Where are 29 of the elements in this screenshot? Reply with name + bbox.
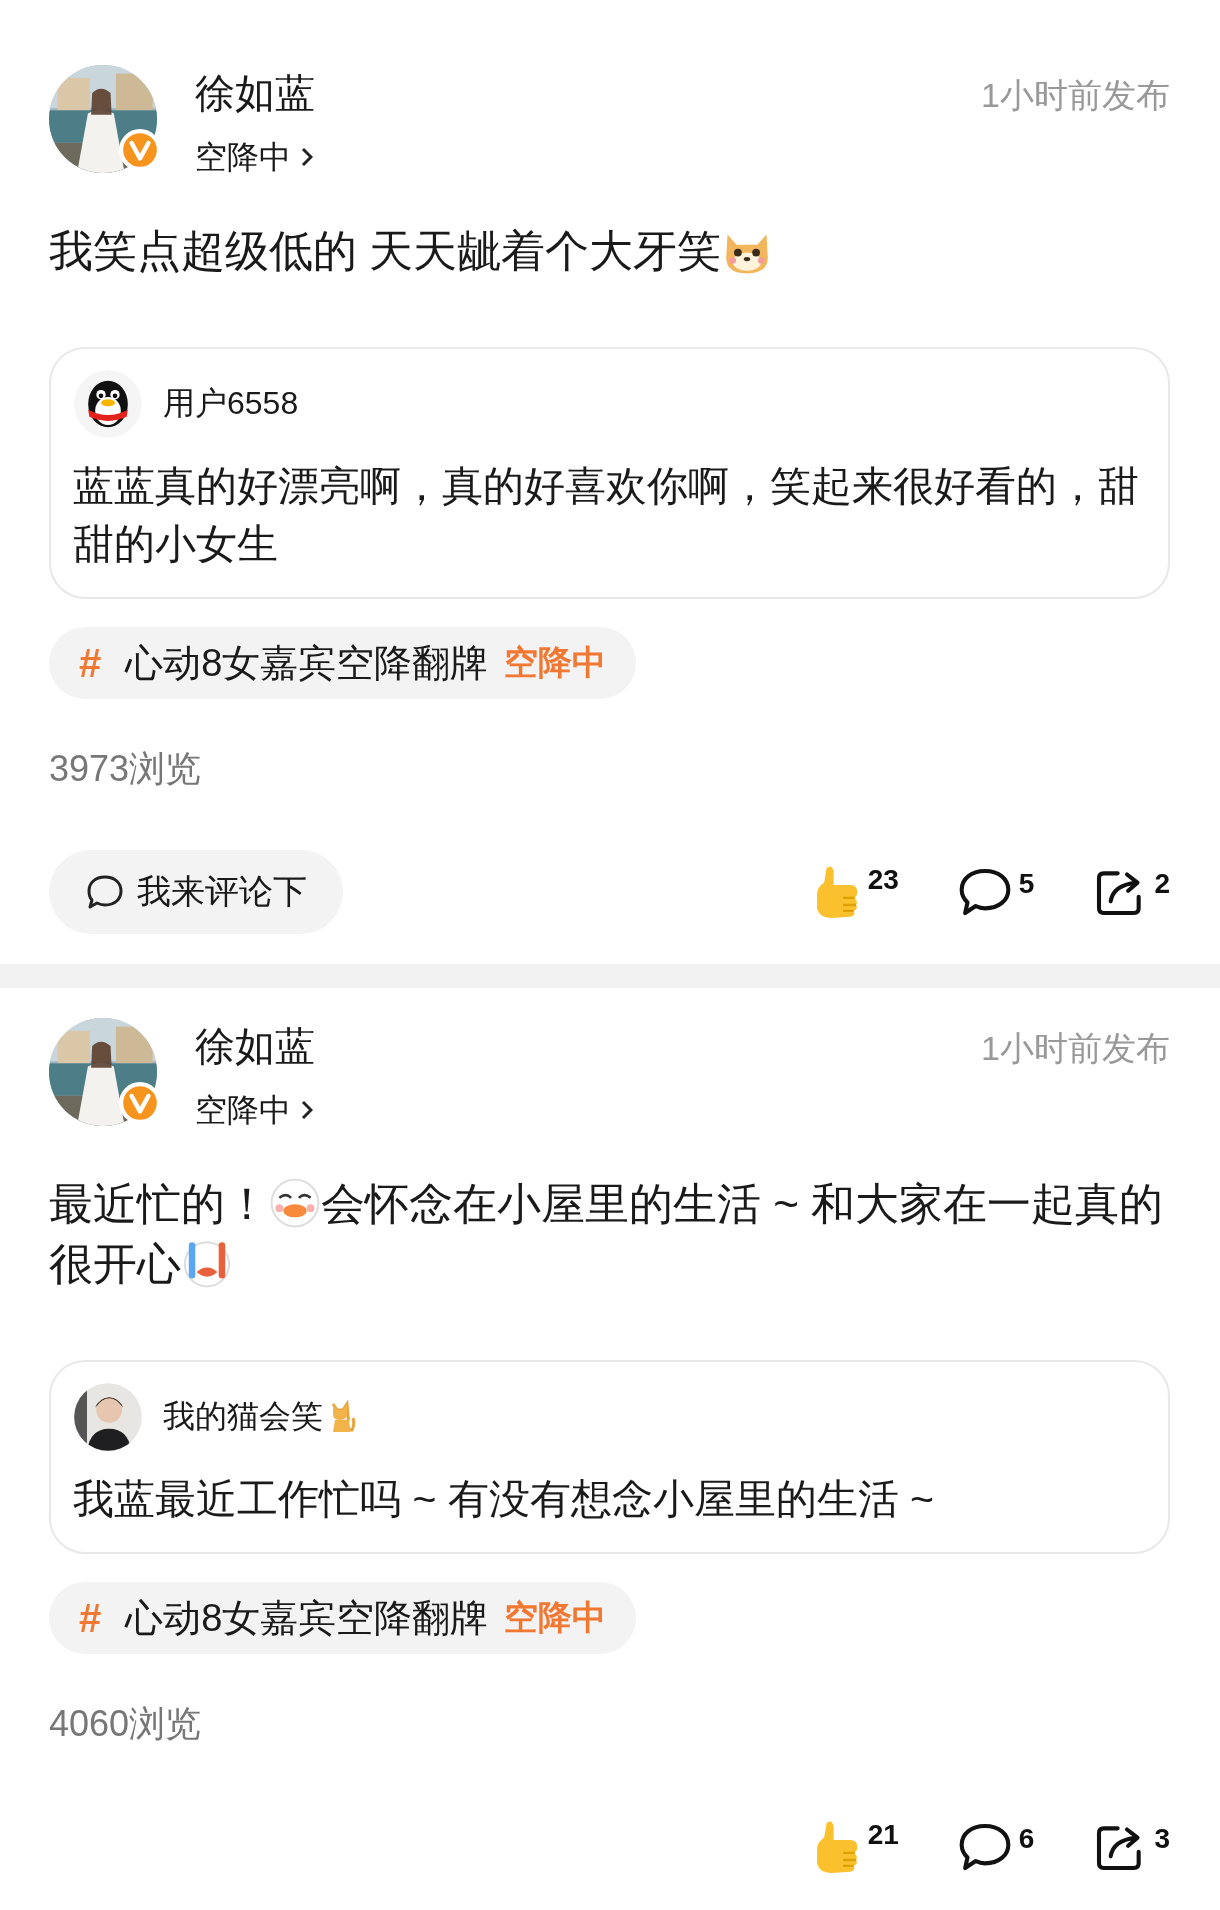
view-count: 4060浏览 bbox=[49, 1702, 203, 1746]
topic-tag[interactable]: # 心动8女嘉宾空降翻牌 空降中 bbox=[49, 627, 637, 699]
comment-input-button[interactable]: 我来评论下 bbox=[49, 850, 343, 934]
commenter-name[interactable]: 我的猫会笑 bbox=[163, 1395, 357, 1439]
like-button[interactable]: 21 bbox=[809, 1815, 899, 1879]
quoted-comment-card[interactable]: 用户6558 蓝蓝真的好漂亮啊，真的好喜欢你啊，笑起来很好看的，甜甜的小女生 bbox=[49, 347, 1170, 599]
penguin-icon bbox=[73, 369, 143, 439]
like-button[interactable]: 23 bbox=[809, 860, 899, 924]
post-time: 1小时前发布 bbox=[981, 1028, 1170, 1069]
post-time: 1小时前发布 bbox=[981, 75, 1170, 116]
post-text: 最近忙的！ 会怀念在小屋里的生活 ~ 和大家在一起真的很开心 bbox=[49, 1176, 1165, 1291]
chevron-right-icon bbox=[301, 147, 313, 167]
share-button[interactable]: 2 bbox=[1092, 864, 1170, 920]
comment-text: 蓝蓝真的好漂亮啊，真的好喜欢你啊，笑起来很好看的，甜甜的小女生 bbox=[73, 462, 1140, 569]
view-count: 3973浏览 bbox=[49, 747, 203, 791]
comment-text: 我蓝最近工作忙吗 ~ 有没有想念小屋里的生活 ~ bbox=[73, 1475, 936, 1524]
status-link[interactable]: 空降中 bbox=[195, 1090, 315, 1130]
share-button[interactable]: 3 bbox=[1092, 1819, 1170, 1875]
duck-face-icon bbox=[269, 1177, 321, 1229]
status-link[interactable]: 空降中 bbox=[195, 137, 315, 177]
post-text: 我笑点超级低的 天天龇着个大牙笑 bbox=[49, 221, 1170, 281]
comment-count-button[interactable]: 5 bbox=[956, 864, 1035, 920]
author-name[interactable]: 徐如蓝 bbox=[195, 69, 315, 117]
quoted-comment-card[interactable]: 我的猫会笑 我蓝最近工作忙吗 ~ 有没有想念小屋里的生活 ~ bbox=[49, 1360, 1170, 1554]
topic-tag[interactable]: # 心动8女嘉宾空降翻牌 空降中 bbox=[49, 1582, 637, 1654]
author-name[interactable]: 徐如蓝 bbox=[195, 1022, 315, 1070]
chevron-right-icon bbox=[301, 1100, 313, 1120]
commenter-name[interactable]: 用户6558 bbox=[163, 382, 299, 426]
comment-count-button[interactable]: 6 bbox=[956, 1819, 1035, 1875]
